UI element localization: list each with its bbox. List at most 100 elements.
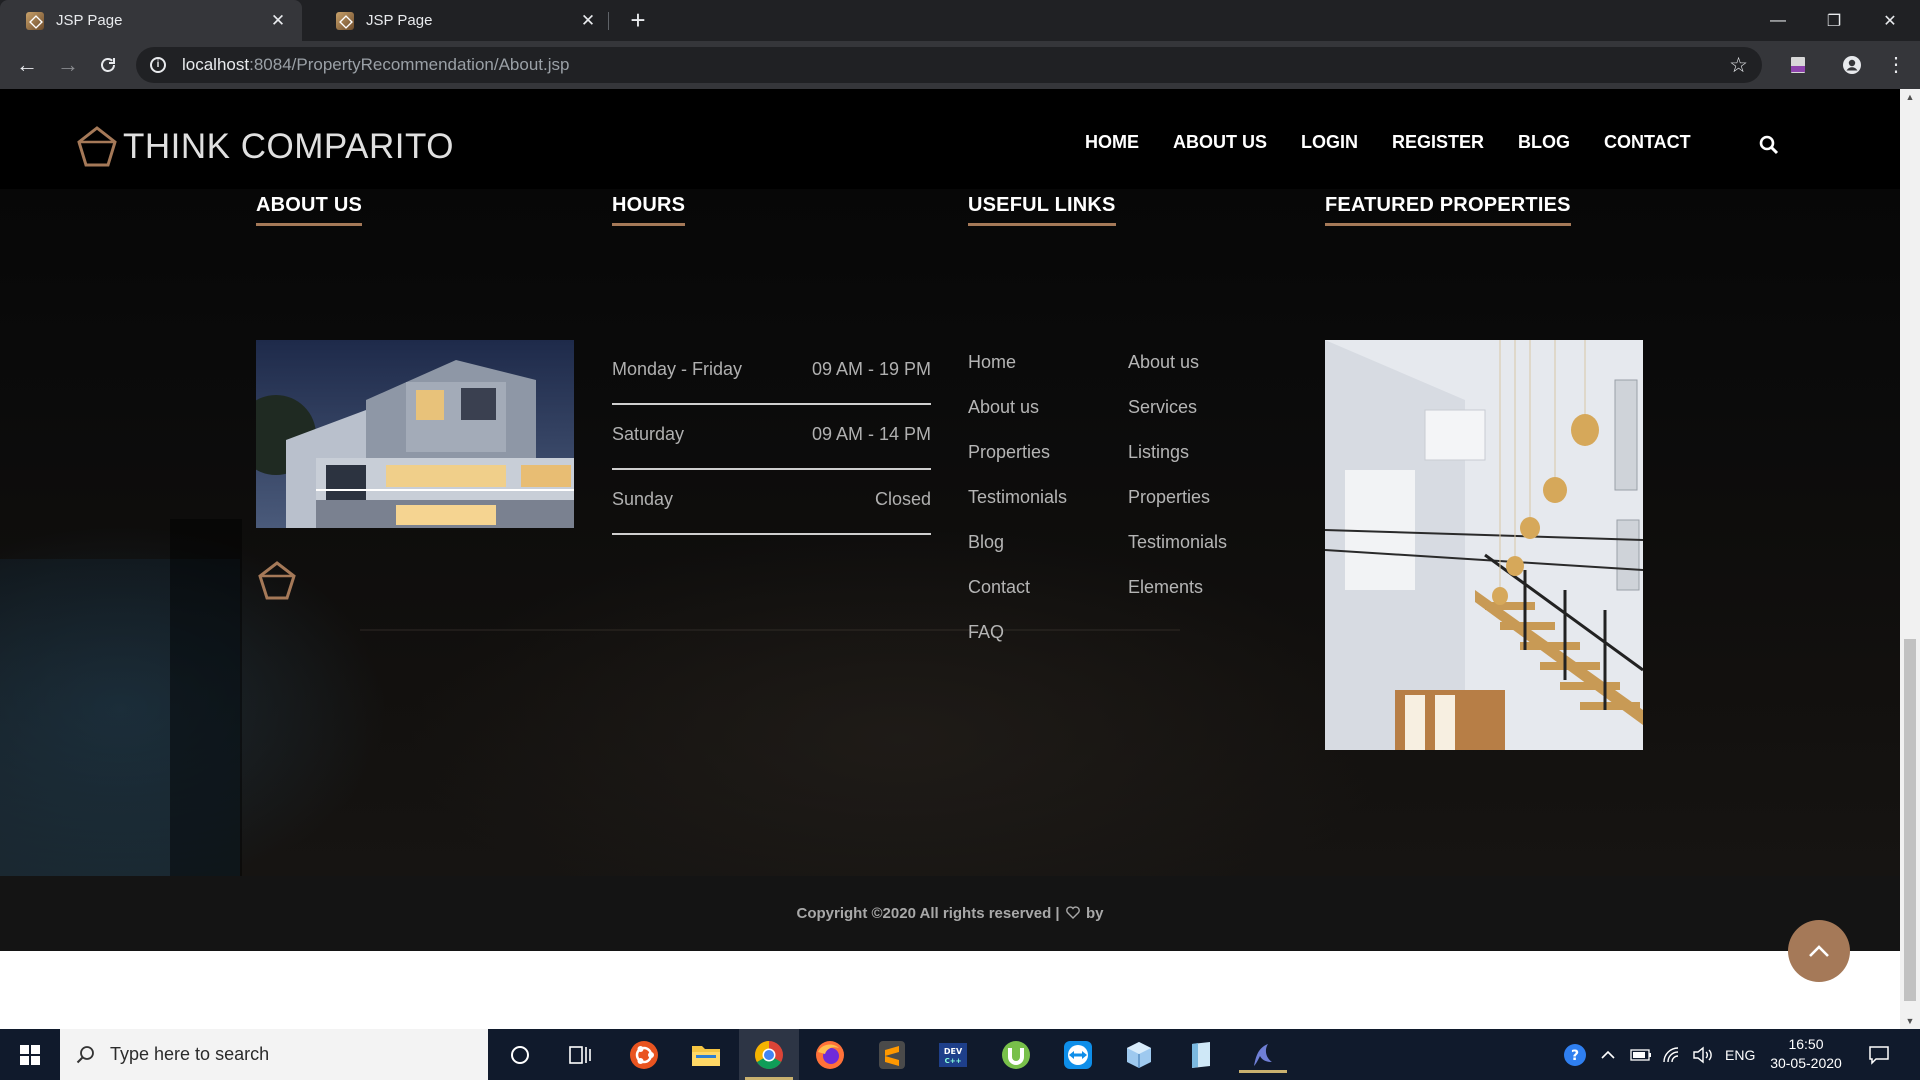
address-bar[interactable]: i localhost :8084/PropertyRecommendation… [136,47,1762,83]
page-viewport: THINK COMPARITO HOME ABOUT US LOGIN REGI… [0,89,1900,1029]
taskbar-app-sublime-text[interactable] [874,1037,910,1073]
new-tab-button[interactable]: + [624,6,652,34]
start-button[interactable] [0,1029,60,1080]
taskbar-app-chrome[interactable] [739,1029,799,1080]
close-tab-icon[interactable]: ✕ [578,11,598,31]
cortana-circle-icon [511,1046,529,1064]
minimize-button[interactable]: — [1750,0,1806,41]
taskbar-app-notepad[interactable] [1183,1037,1219,1073]
footer-link-about-us-2[interactable]: About us [1128,340,1227,385]
back-to-top-button[interactable] [1788,920,1850,982]
action-center-button[interactable] [1868,1029,1890,1080]
teamviewer-icon [1064,1041,1092,1069]
scrollbar-thumb[interactable] [1904,639,1916,1001]
taskbar-app-utorrent[interactable] [998,1037,1034,1073]
taskbar-clock[interactable]: 16:50 30-05-2020 [1758,1035,1854,1073]
footer-link-blog[interactable]: Blog [968,520,1067,565]
page-favicon-icon [26,11,44,30]
nav-home[interactable]: HOME [1085,132,1139,153]
bookmark-star-icon[interactable]: ☆ [1729,53,1748,78]
nav-login[interactable]: LOGIN [1301,132,1358,153]
tray-show-hidden-icon[interactable] [1600,1029,1616,1080]
clock-time: 16:50 [1788,1036,1824,1052]
battery-icon [1630,1048,1651,1061]
ubuntu-icon [630,1041,658,1069]
virtualbox-icon [1127,1042,1151,1068]
footer-link-contact[interactable]: Contact [968,565,1067,610]
clock-date: 30-05-2020 [1770,1055,1842,1071]
taskbar-search-placeholder: Type here to search [110,1044,270,1064]
taskbar-app-firefox[interactable] [812,1037,848,1073]
hours-row: Sunday Closed [612,470,931,535]
page-scrollbar[interactable]: ▲ ▼ [1900,89,1920,1029]
footer-link-testimonials-2[interactable]: Testimonials [1128,520,1227,565]
nav-contact[interactable]: CONTACT [1604,132,1691,153]
footer-link-properties[interactable]: Properties [968,430,1067,475]
search-icon [76,1045,94,1063]
page-favicon-icon [336,11,354,30]
cortana-button[interactable] [502,1037,538,1073]
featured-property-image[interactable] [1325,340,1643,750]
tray-volume-icon[interactable] [1692,1029,1714,1080]
url-host: localhost [182,55,250,74]
close-tab-icon[interactable]: ✕ [268,11,288,31]
taskbar-search-box[interactable]: Type here to search [60,1029,488,1080]
taskbar-app-teamviewer[interactable] [1060,1037,1096,1073]
copyright-by: by [1085,905,1104,922]
hours-day: Saturday [612,424,685,444]
browser-tab-active[interactable]: JSP Page ✕ [0,0,302,41]
restore-button[interactable]: ❐ [1806,0,1862,41]
devcpp-icon: DEVC++ [939,1043,967,1067]
profile-avatar-icon[interactable] [1842,55,1862,75]
taskbar-app-ubuntu[interactable] [626,1037,662,1073]
page-bottom-area [0,951,1900,1029]
back-button[interactable]: ← [13,51,41,79]
task-view-button[interactable] [562,1037,598,1073]
browser-menu-icon[interactable]: ⋮ [1886,55,1906,75]
search-icon[interactable] [1758,134,1780,156]
pdf-extension-icon[interactable] [1788,55,1808,75]
taskbar-app-file-explorer[interactable] [688,1037,724,1073]
taskbar-app-virtualbox[interactable] [1121,1037,1157,1073]
footer-link-listings[interactable]: Listings [1128,430,1227,475]
folder-icon [692,1046,720,1066]
hours-day: Monday - Friday [612,359,743,379]
tray-battery-icon[interactable] [1630,1029,1652,1080]
forward-button[interactable]: → [54,51,82,79]
footer-link-services[interactable]: Services [1128,385,1227,430]
utorrent-icon [1002,1041,1030,1069]
nav-register[interactable]: REGISTER [1392,132,1484,153]
nav-about-us[interactable]: ABOUT US [1173,132,1267,153]
svg-text:DEV: DEV [944,1047,963,1056]
footer-about-title: ABOUT US [256,194,362,226]
tray-language[interactable]: ENG [1725,1029,1755,1080]
tab-divider [608,12,609,30]
hours-time: Closed [874,489,931,509]
reload-button[interactable] [94,51,122,79]
scroll-up-arrow-icon[interactable]: ▲ [1900,89,1920,105]
scroll-down-arrow-icon[interactable]: ▼ [1900,1013,1920,1029]
house-logo-small-icon [258,561,296,600]
wifi-icon [1663,1046,1679,1062]
taskbar-app-devcpp[interactable]: DEV C++ [935,1037,971,1073]
reload-icon [101,58,115,72]
tab-title: JSP Page [56,12,123,29]
close-window-button[interactable]: ✕ [1862,0,1918,41]
nav-blog[interactable]: BLOG [1518,132,1570,153]
footer-link-faq[interactable]: FAQ [968,610,1067,655]
footer-link-elements[interactable]: Elements [1128,565,1227,610]
taskbar-app-mysql[interactable] [1239,1037,1287,1073]
footer-link-about-us[interactable]: About us [968,385,1067,430]
site-info-icon[interactable]: i [150,57,166,73]
tray-help-icon[interactable]: ? [1562,1029,1588,1080]
hours-row: Saturday 09 AM - 14 PM [612,405,931,470]
browser-tab[interactable]: JSP Page ✕ [310,0,612,41]
opening-hours: Monday - Friday 09 AM - 19 PM Saturday 0… [612,340,931,535]
brand-name: THINK COMPARITO [123,127,454,166]
site-logo[interactable]: THINK COMPARITO [75,125,454,169]
tray-network-icon[interactable] [1662,1029,1682,1080]
footer-link-testimonials[interactable]: Testimonials [968,475,1067,520]
footer-link-properties-2[interactable]: Properties [1128,475,1227,520]
footer-link-home[interactable]: Home [968,340,1067,385]
staircase-photo [1325,340,1643,750]
